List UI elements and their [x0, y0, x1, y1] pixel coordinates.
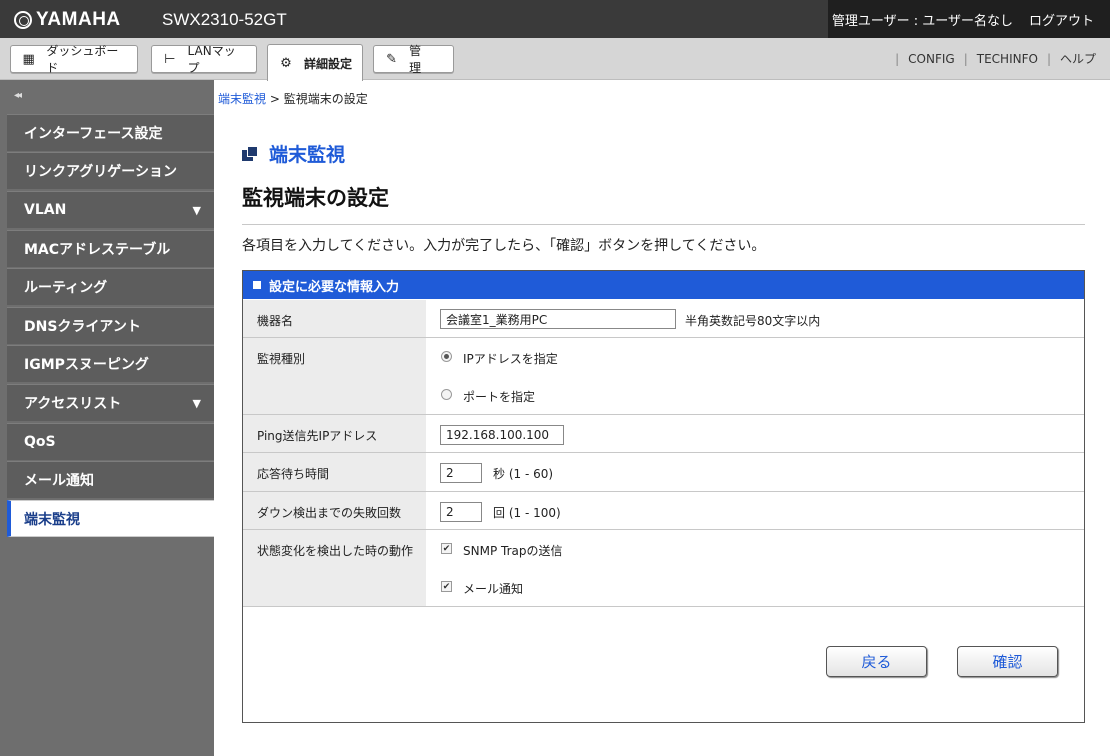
- device-name-input[interactable]: 会議室1_業務用PC: [440, 309, 676, 329]
- sidebar-item-mac-address-table[interactable]: MACアドレステーブル: [7, 230, 214, 267]
- sidebar-item-label: リンクアグリゲーション: [24, 164, 178, 180]
- sidebar-item-label: アクセスリスト: [24, 396, 122, 412]
- sidebar-item-routing[interactable]: ルーティング: [7, 268, 214, 305]
- sidebar-item-label: DNSクライアント: [24, 319, 141, 335]
- page-title: 監視端末の設定: [242, 186, 389, 210]
- sidebar-item-label: メール通知: [24, 473, 94, 489]
- sidebar-item-label: インターフェース設定: [24, 126, 163, 142]
- form-row-fail-count: ダウン検出までの失敗回数 2 回 (1 - 100): [243, 492, 1084, 530]
- tab-management[interactable]: ✎ 管 理: [373, 44, 454, 75]
- tab-bar: ▦ ダッシュボード ⊢ LANマップ ⚙ 詳細設定 ✎ 管 理 | CONFIG…: [0, 38, 1110, 81]
- radio-port-label: ポートを指定: [463, 390, 536, 404]
- sidebar-item-label: 端末監視: [24, 511, 80, 528]
- sidebar-item-label: VLAN: [24, 202, 67, 218]
- chevron-down-icon: ▼: [192, 203, 201, 217]
- collapse-sidebar-icon[interactable]: ◂◂: [14, 90, 22, 101]
- radio-ip-address[interactable]: [441, 351, 452, 362]
- yamaha-logo: YAMAHA: [14, 9, 121, 31]
- techinfo-link[interactable]: TECHINFO: [977, 52, 1038, 66]
- form-row-device-name: 機器名 会議室1_業務用PC 半角英数記号80文字以内: [243, 300, 1084, 338]
- checkbox-mail-notification[interactable]: ✔: [441, 581, 452, 592]
- ping-ip-label: Ping送信先IPアドレス: [243, 415, 426, 452]
- back-button[interactable]: 戻る: [826, 646, 927, 677]
- breadcrumb-link-terminal-monitoring[interactable]: 端末監視: [218, 92, 266, 106]
- form-row-monitor-type: 監視種別 IPアドレスを指定 ポートを指定: [243, 338, 1084, 415]
- device-name-hint: 半角英数記号80文字以内: [685, 314, 821, 328]
- config-link[interactable]: CONFIG: [908, 52, 955, 66]
- fail-count-label: ダウン検出までの失敗回数: [243, 492, 426, 529]
- logout-link[interactable]: ログアウト: [1029, 10, 1094, 29]
- panel-header-text: 設定に必要な情報入力: [269, 279, 400, 295]
- tab-label: 管 理: [409, 44, 434, 75]
- timeout-label: 応答待ち時間: [243, 453, 426, 491]
- gear-icon: ⚙: [280, 55, 292, 71]
- sidebar-item-terminal-monitoring[interactable]: 端末監視: [7, 500, 214, 537]
- breadcrumb-current: 監視端末の設定: [283, 92, 368, 106]
- sidebar-item-label: IGMPスヌーピング: [24, 357, 149, 373]
- sidebar-item-vlan[interactable]: VLAN ▼: [7, 191, 214, 228]
- fail-count-unit: 回 (1 - 100): [493, 506, 561, 520]
- sidebar-item-access-list[interactable]: アクセスリスト ▼: [7, 384, 214, 421]
- fail-count-input[interactable]: 2: [440, 502, 482, 522]
- sidebar-item-label: ルーティング: [24, 280, 108, 296]
- section-title-text: 端末監視: [269, 144, 346, 166]
- sidebar-item-qos[interactable]: QoS: [7, 423, 214, 460]
- breadcrumb-separator: >: [266, 92, 284, 106]
- divider: [242, 224, 1085, 225]
- separator: |: [895, 51, 900, 66]
- ping-ip-input[interactable]: 192.168.100.100: [440, 425, 564, 445]
- sidebar-item-mail-notification[interactable]: メール通知: [7, 461, 214, 498]
- wrench-icon: ✎: [386, 51, 397, 67]
- checkbox-snmp-trap-label: SNMP Trapの送信: [463, 544, 563, 558]
- radio-ip-address-label: IPアドレスを指定: [463, 352, 558, 366]
- top-bar: YAMAHA SWX2310-52GT 管理ユーザー : ユーザー名なし ログア…: [0, 0, 1110, 38]
- form-row-action: 状態変化を検出した時の動作 ✔ SNMP Trapの送信 ✔ メール通知: [243, 530, 1084, 607]
- panel-header: 設定に必要な情報入力: [243, 271, 1084, 299]
- tuning-fork-logo-icon: [14, 11, 32, 29]
- tab-advanced-settings[interactable]: ⚙ 詳細設定: [267, 44, 363, 81]
- tab-label: LANマップ: [187, 44, 236, 75]
- confirm-button[interactable]: 確認: [957, 646, 1058, 677]
- tab-dashboard[interactable]: ▦ ダッシュボード: [10, 44, 138, 75]
- radio-port[interactable]: [441, 389, 452, 400]
- square-bullet-icon: [253, 281, 261, 289]
- sidebar-item-interface-settings[interactable]: インターフェース設定: [7, 114, 214, 151]
- brand-name: YAMAHA: [36, 9, 121, 30]
- tab-label: ダッシュボード: [46, 44, 119, 75]
- sidebar-item-igmp-snooping[interactable]: IGMPスヌーピング: [7, 345, 214, 382]
- section-title: 端末監視: [242, 140, 345, 167]
- lan-map-icon: ⊢: [164, 51, 176, 67]
- checkbox-mail-notification-label: メール通知: [463, 582, 524, 596]
- device-name-label: 機器名: [243, 300, 426, 337]
- sidebar-item-link-aggregation[interactable]: リンクアグリゲーション: [7, 152, 214, 189]
- tab-label: 詳細設定: [304, 56, 353, 71]
- timeout-input[interactable]: 2: [440, 463, 482, 483]
- sidebar-item-dns-client[interactable]: DNSクライアント: [7, 307, 214, 344]
- breadcrumb: 端末監視 > 監視端末の設定: [218, 90, 368, 107]
- instruction-text: 各項目を入力してください。入力が完了したら、「確認」ボタンを押してください。: [242, 238, 766, 254]
- form-row-timeout: 応答待ち時間 2 秒 (1 - 60): [243, 453, 1084, 492]
- section-square-icon: [242, 146, 258, 161]
- top-links: | CONFIG | TECHINFO | ヘルプ: [886, 50, 1096, 67]
- sidebar-item-label: QoS: [24, 434, 56, 450]
- monitor-type-label: 監視種別: [243, 338, 426, 414]
- tab-lan-map[interactable]: ⊢ LANマップ: [151, 44, 257, 75]
- separator: |: [1046, 51, 1051, 66]
- action-label: 状態変化を検出した時の動作: [243, 530, 426, 606]
- dashboard-icon: ▦: [22, 51, 35, 67]
- help-link[interactable]: ヘルプ: [1060, 50, 1096, 67]
- user-box: 管理ユーザー : ユーザー名なし ログアウト: [828, 0, 1110, 38]
- chevron-down-icon: ▼: [192, 396, 201, 410]
- form-row-ping-ip: Ping送信先IPアドレス 192.168.100.100: [243, 415, 1084, 453]
- user-status: 管理ユーザー : ユーザー名なし: [831, 13, 1013, 29]
- separator: |: [963, 51, 968, 66]
- model-name: SWX2310-52GT: [162, 10, 287, 29]
- sidebar-item-label: MACアドレステーブル: [24, 242, 171, 258]
- checkbox-snmp-trap[interactable]: ✔: [441, 543, 452, 554]
- timeout-unit: 秒 (1 - 60): [493, 467, 554, 481]
